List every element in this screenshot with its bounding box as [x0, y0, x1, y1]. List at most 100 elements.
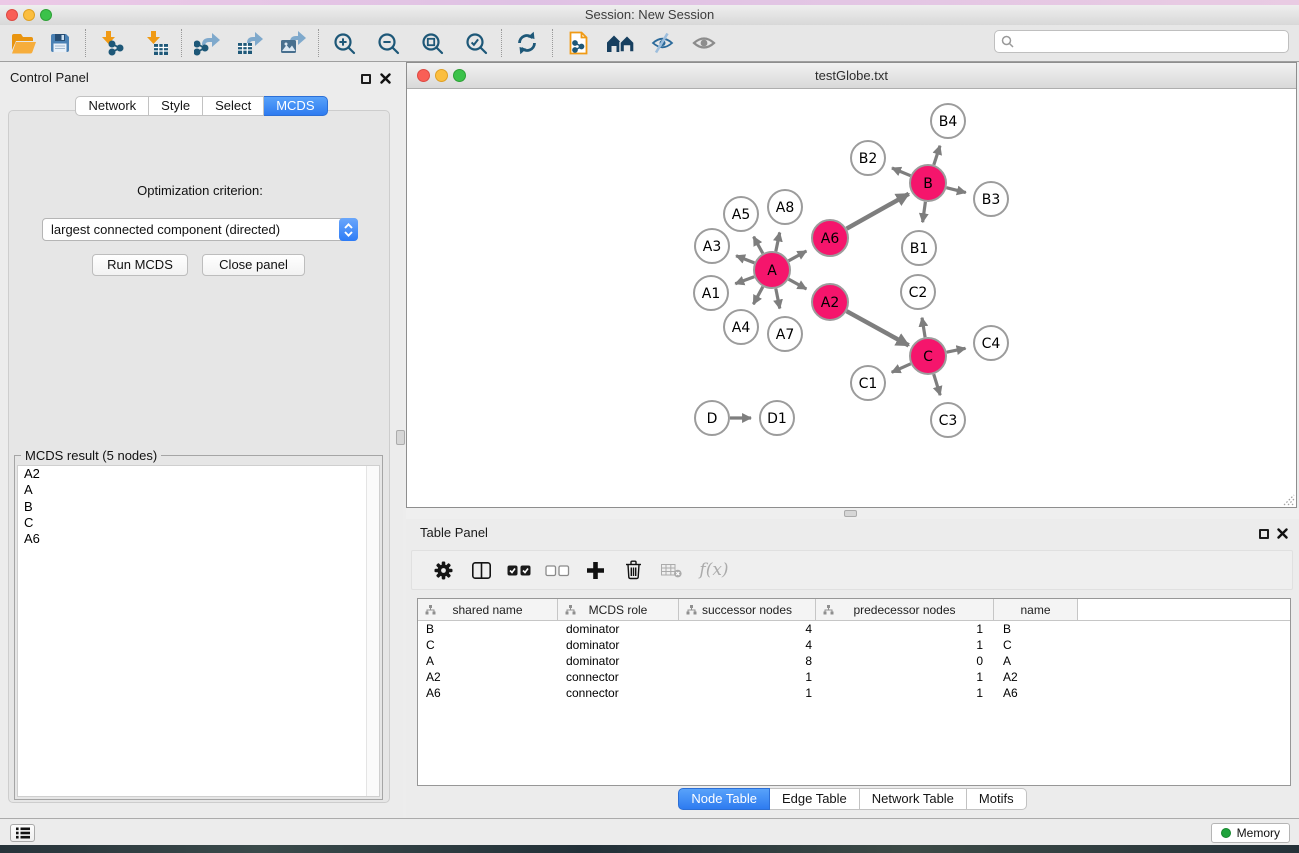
node-B3[interactable]: B3: [974, 182, 1008, 216]
edge-A-A7[interactable]: [776, 289, 780, 309]
show-all-eye-icon[interactable]: [686, 28, 722, 58]
table-row[interactable]: A2connector11A2: [418, 669, 1290, 685]
table-row[interactable]: Adominator80A: [418, 653, 1290, 669]
zoom-fit-icon[interactable]: [414, 28, 450, 58]
table-row[interactable]: Bdominator41B: [418, 621, 1290, 637]
edge-A6-B[interactable]: [847, 194, 909, 229]
search-input[interactable]: [1018, 32, 1288, 51]
tab-mcds[interactable]: MCDS: [264, 96, 327, 116]
zoom-selected-icon[interactable]: [458, 28, 494, 58]
edge-A-A3[interactable]: [736, 256, 754, 263]
node-D1[interactable]: D1: [760, 401, 794, 435]
tab-style[interactable]: Style: [149, 96, 203, 116]
node-B2[interactable]: B2: [851, 141, 885, 175]
horizontal-splitter-handle[interactable]: [844, 510, 857, 517]
node-A4[interactable]: A4: [724, 310, 758, 344]
new-network-from-selection-icon[interactable]: [560, 28, 596, 58]
node-C[interactable]: C: [910, 338, 946, 374]
edge-C-C2[interactable]: [922, 318, 925, 338]
add-column-icon[interactable]: [580, 555, 610, 585]
node-B[interactable]: B: [910, 165, 946, 201]
edge-A2-C[interactable]: [847, 311, 909, 345]
deselect-all-icon[interactable]: [542, 555, 572, 585]
node-D[interactable]: D: [695, 401, 729, 435]
tab-network-table[interactable]: Network Table: [860, 788, 967, 810]
refresh-icon[interactable]: [509, 28, 545, 58]
zoom-in-icon[interactable]: [326, 28, 362, 58]
tab-select[interactable]: Select: [203, 96, 264, 116]
node-A8[interactable]: A8: [768, 190, 802, 224]
node-B4[interactable]: B4: [931, 104, 965, 138]
tab-motifs[interactable]: Motifs: [967, 788, 1027, 810]
import-network-icon[interactable]: [93, 28, 129, 58]
edge-A-A1[interactable]: [735, 277, 754, 284]
edge-C-C1[interactable]: [892, 364, 911, 373]
export-table-icon[interactable]: [232, 28, 268, 58]
close-view-button[interactable]: [417, 69, 430, 82]
memory-button[interactable]: Memory: [1211, 823, 1290, 843]
hide-selected-eye-slash-icon[interactable]: [644, 28, 680, 58]
network-canvas[interactable]: B4B2BB3A8A5A6A3B1AA1C2A2A4A7C4CC1DD1C3: [407, 89, 1296, 507]
node-A3[interactable]: A3: [695, 229, 729, 263]
column-header-name[interactable]: name: [994, 599, 1078, 620]
minimize-view-button[interactable]: [435, 69, 448, 82]
export-network-icon[interactable]: [189, 28, 225, 58]
result-item[interactable]: A6: [18, 531, 379, 547]
close-panel-icon[interactable]: [380, 71, 391, 89]
result-item[interactable]: A: [18, 482, 379, 498]
optimization-criterion-select[interactable]: largest connected component (directed): [42, 218, 358, 241]
save-session-icon[interactable]: [42, 28, 78, 58]
export-image-icon[interactable]: [275, 28, 311, 58]
node-C2[interactable]: C2: [901, 275, 935, 309]
run-mcds-button[interactable]: Run MCDS: [92, 254, 188, 276]
scrollbar-track[interactable]: [366, 466, 379, 796]
edge-A-A5[interactable]: [754, 237, 763, 254]
network-window-titlebar[interactable]: testGlobe.txt: [407, 63, 1296, 89]
node-C3[interactable]: C3: [931, 403, 965, 437]
column-header-predecessor-nodes[interactable]: predecessor nodes: [816, 599, 994, 620]
toggle-panels-icon[interactable]: [602, 28, 638, 58]
edge-C-C4[interactable]: [947, 348, 966, 352]
result-item[interactable]: A2: [18, 466, 379, 482]
node-C4[interactable]: C4: [974, 326, 1008, 360]
delete-table-icon[interactable]: [656, 555, 686, 585]
settings-gear-icon[interactable]: [428, 555, 458, 585]
delete-trash-icon[interactable]: [618, 555, 648, 585]
node-A2[interactable]: A2: [812, 284, 848, 320]
float-panel-icon[interactable]: [361, 71, 371, 89]
column-header-shared-name[interactable]: shared name: [418, 599, 558, 620]
tab-edge-table[interactable]: Edge Table: [770, 788, 860, 810]
edge-A-A2[interactable]: [789, 279, 807, 289]
node-B1[interactable]: B1: [902, 231, 936, 265]
window-resize-grip[interactable]: [1281, 492, 1295, 506]
task-history-list-icon[interactable]: [10, 824, 35, 842]
node-A1[interactable]: A1: [694, 276, 728, 310]
select-all-icon[interactable]: [504, 555, 534, 585]
result-item[interactable]: B: [18, 499, 379, 515]
edge-B-B2[interactable]: [892, 168, 911, 176]
zoom-window-button[interactable]: [40, 9, 52, 21]
open-session-icon[interactable]: [6, 28, 42, 58]
close-panel-button[interactable]: Close panel: [202, 254, 305, 276]
node-A[interactable]: A: [754, 252, 790, 288]
edge-A-A4[interactable]: [753, 287, 763, 305]
column-header-MCDS-role[interactable]: MCDS role: [558, 599, 679, 620]
vertical-splitter-handle[interactable]: [396, 430, 405, 445]
search-field[interactable]: [994, 30, 1289, 53]
node-A6[interactable]: A6: [812, 220, 848, 256]
minimize-window-button[interactable]: [23, 9, 35, 21]
node-A5[interactable]: A5: [724, 197, 758, 231]
table-row[interactable]: A6connector11A6: [418, 685, 1290, 701]
result-item[interactable]: C: [18, 515, 379, 531]
close-window-button[interactable]: [6, 9, 18, 21]
edge-C-C3[interactable]: [934, 374, 941, 395]
node-C1[interactable]: C1: [851, 366, 885, 400]
float-table-panel-icon[interactable]: [1259, 526, 1269, 544]
edge-A-A6[interactable]: [789, 251, 807, 261]
edge-A-A8[interactable]: [776, 233, 780, 252]
tab-node-table[interactable]: Node Table: [678, 788, 770, 810]
table-row[interactable]: Cdominator41C: [418, 637, 1290, 653]
column-header-successor-nodes[interactable]: successor nodes: [679, 599, 816, 620]
edge-B-B4[interactable]: [934, 146, 940, 165]
import-table-icon[interactable]: [138, 28, 174, 58]
